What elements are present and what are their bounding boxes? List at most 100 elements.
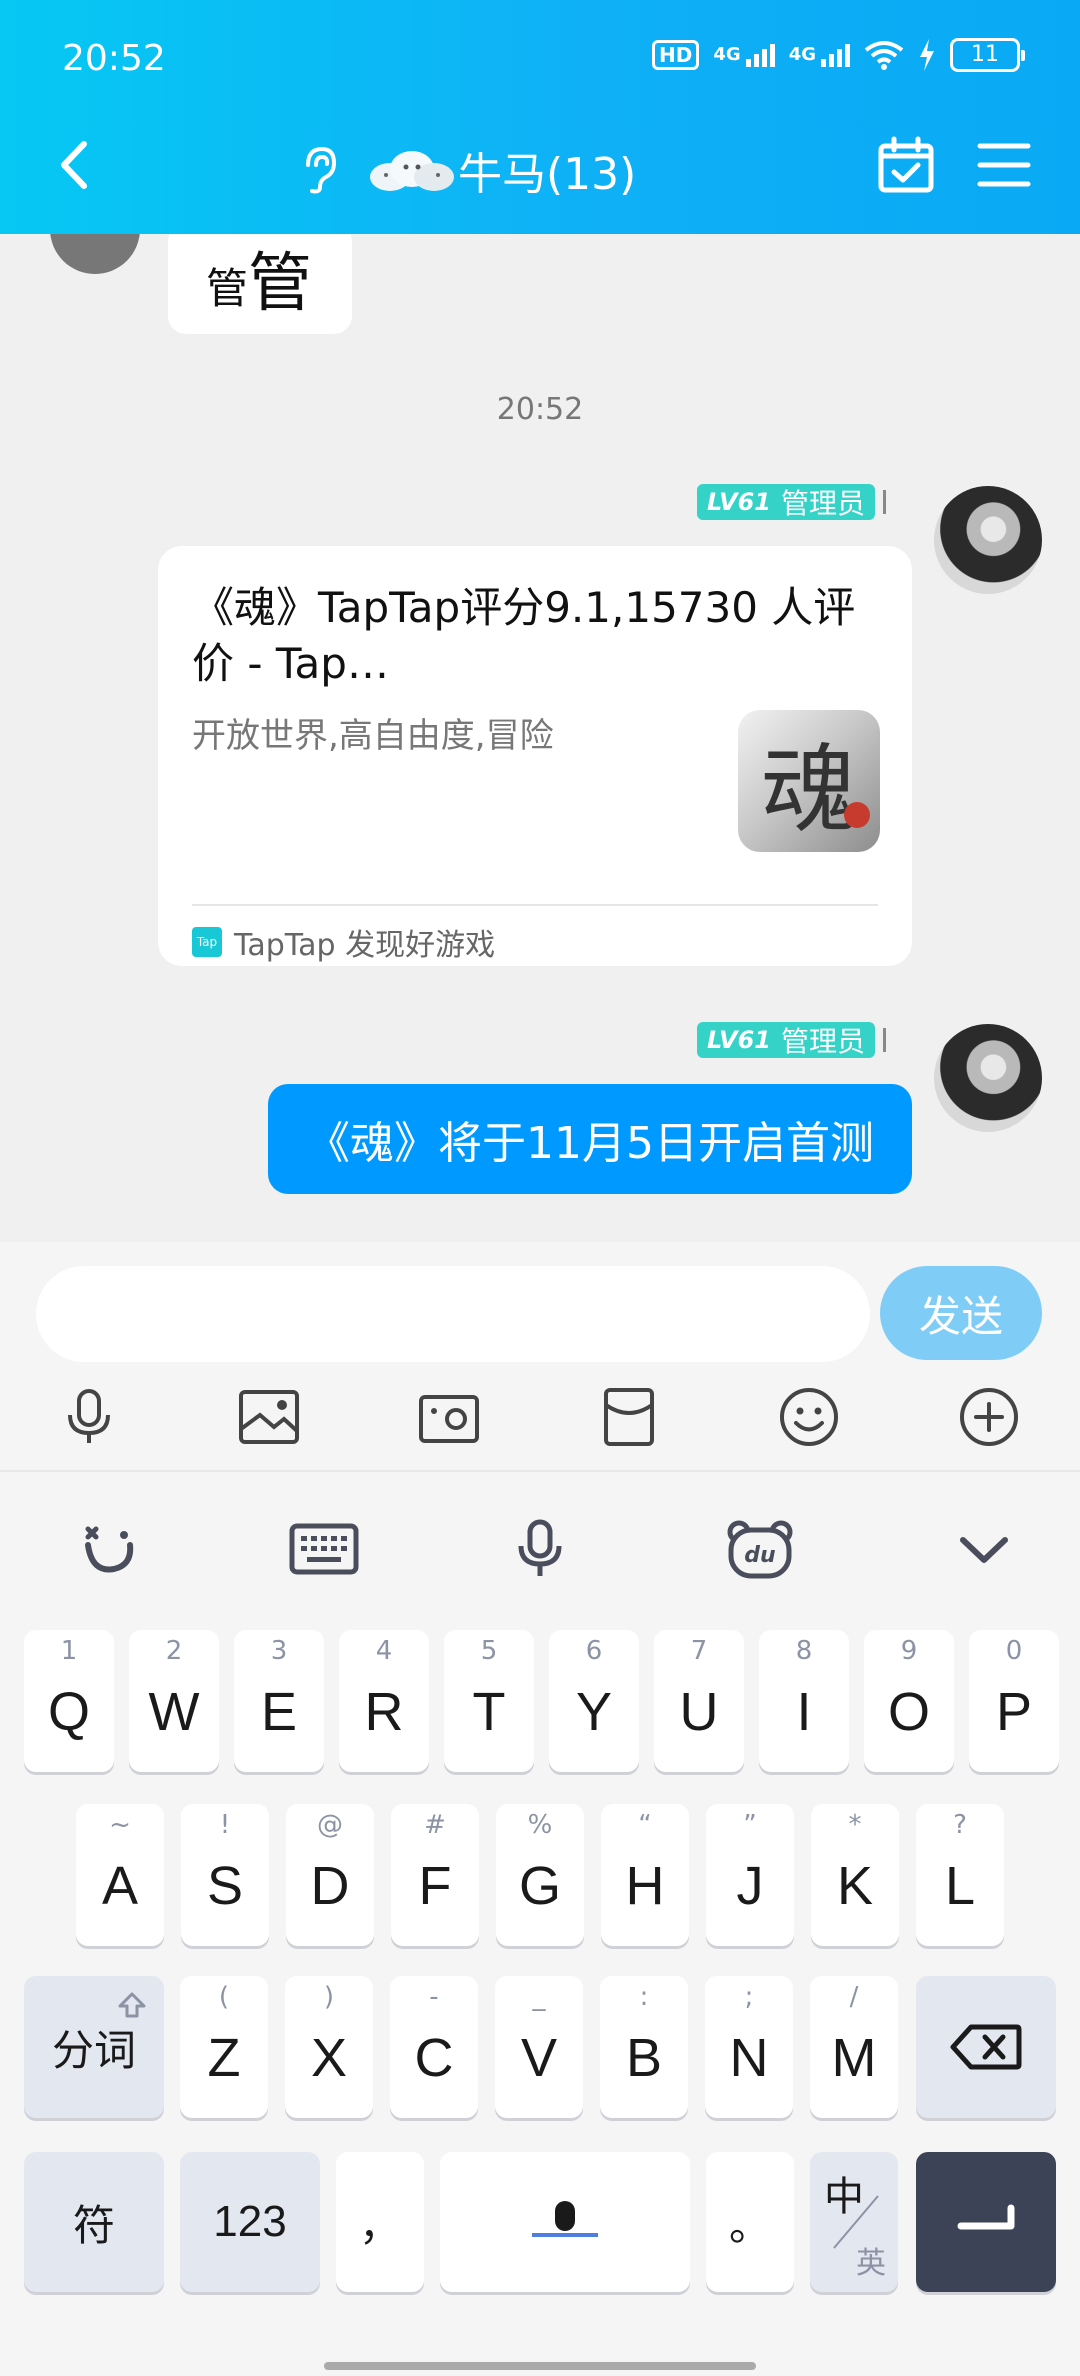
key-q[interactable]: 1Q [24, 1630, 114, 1772]
menu-icon[interactable] [976, 140, 1032, 190]
key-secondary-label: 2 [165, 1636, 183, 1666]
key-l[interactable]: ? L [916, 1804, 1004, 1946]
message-text: 管 [248, 247, 313, 321]
message-bubble[interactable]: 《魂》将于11月5日开启首测 [268, 1084, 912, 1194]
plus-icon[interactable] [954, 1382, 1024, 1452]
sender-name [883, 490, 886, 514]
key-secondary-label: 7 [690, 1636, 708, 1666]
key-r[interactable]: 4R [339, 1630, 429, 1772]
chat-messages[interactable]: 管 管 20:52 LV61 管理员 《魂》TapTap评分9.1,15730 … [0, 234, 1080, 1242]
key-secondary-label: / [849, 1982, 859, 2012]
red-packet-icon[interactable] [594, 1382, 664, 1452]
key-y[interactable]: 6Y [549, 1630, 639, 1772]
period-key[interactable]: 。 [706, 2152, 794, 2292]
signal-icon-2: 4G [789, 43, 850, 67]
key-c[interactable]: -C [390, 1976, 478, 2118]
message-text: 管 [206, 264, 249, 313]
message-input[interactable] [36, 1266, 870, 1362]
key-label: Z [207, 2028, 241, 2088]
image-icon[interactable] [234, 1382, 304, 1452]
sender-info: LV61 管理员 [697, 1022, 886, 1058]
wifi-icon [864, 41, 904, 70]
mic-icon[interactable] [500, 1514, 580, 1584]
key-o[interactable]: 9O [864, 1630, 954, 1772]
key-secondary-label: 6 [585, 1636, 603, 1666]
backspace-icon [950, 2024, 1022, 2070]
key-secondary-label: 4 [375, 1636, 393, 1666]
group-avatar [370, 151, 454, 191]
ear-icon[interactable] [290, 142, 346, 198]
key-z[interactable]: (Z [180, 1976, 268, 2118]
send-button[interactable]: 发送 [880, 1266, 1042, 1360]
key-secondary-label: 5 [480, 1636, 498, 1666]
key-t[interactable]: 5T [444, 1630, 534, 1772]
microphone-icon[interactable] [54, 1382, 124, 1452]
back-icon[interactable] [54, 140, 94, 190]
enter-key[interactable] [916, 2152, 1056, 2292]
chat-header: 20:52 HD 4G 4G 11 牛马(13) [0, 0, 1080, 234]
key-j[interactable]: ” J [706, 1804, 794, 1946]
key-label: P [995, 1682, 1033, 1742]
key-label: V [520, 2028, 558, 2088]
avatar[interactable] [934, 1024, 1042, 1132]
key-label: W [148, 1682, 200, 1742]
symbol-key[interactable]: 符 [24, 2152, 164, 2292]
key-label: O [887, 1682, 930, 1742]
backspace-key[interactable] [916, 1976, 1056, 2118]
space-key[interactable] [440, 2152, 690, 2292]
key-label: J [736, 1856, 764, 1916]
key-n[interactable]: ; N [705, 1976, 793, 2118]
key-secondary-label: 8 [795, 1636, 813, 1666]
key-p[interactable]: 0P [969, 1630, 1059, 1772]
charging-icon [920, 39, 934, 71]
share-card[interactable]: 《魂》TapTap评分9.1,15730 人评价 - Tap… 开放世界,高自由… [158, 546, 912, 966]
key-secondary-label: @ [317, 1810, 343, 1840]
battery-icon: 11 [950, 38, 1025, 72]
sender-info: LV61 管理员 [697, 484, 886, 520]
chat-title-area[interactable]: 牛马(13) [290, 138, 636, 202]
key-secondary-label: - [429, 1982, 439, 2012]
language-switch-key[interactable]: 中 英 [810, 2152, 898, 2292]
chat-title: 牛马(13) [458, 149, 637, 200]
number-key[interactable]: 123 [180, 2152, 320, 2292]
key-b[interactable]: :B [600, 1976, 688, 2118]
key-k[interactable]: * K [811, 1804, 899, 1946]
key-f[interactable]: # F [391, 1804, 479, 1946]
calendar-check-icon[interactable] [876, 136, 936, 196]
key-e[interactable]: 3E [234, 1630, 324, 1772]
key-label: X [310, 2028, 348, 2088]
key-secondary-label: * [848, 1810, 862, 1840]
key-x[interactable]: ) X [285, 1976, 373, 2118]
key-w[interactable]: 2W [129, 1630, 219, 1772]
keyboard-icon[interactable] [284, 1514, 364, 1584]
emoji-icon[interactable] [774, 1382, 844, 1452]
fenci-key[interactable]: 分词 [24, 1976, 164, 2118]
key-g[interactable]: % G [496, 1804, 584, 1946]
key-d[interactable]: @ D [286, 1804, 374, 1946]
key-v[interactable]: _ V [495, 1976, 583, 2118]
card-description: 开放世界,高自由度,冒险 [192, 716, 554, 756]
home-indicator[interactable] [324, 2362, 756, 2370]
comma-key[interactable]: ， [336, 2152, 424, 2292]
key-s[interactable]: ! S [181, 1804, 269, 1946]
key-label: G [518, 1856, 561, 1916]
key-u[interactable]: 7U [654, 1630, 744, 1772]
message-bubble[interactable]: 管 管 [168, 234, 352, 334]
key-h[interactable]: “H [601, 1804, 689, 1946]
camera-icon[interactable] [414, 1382, 484, 1452]
collapse-keyboard-icon[interactable] [944, 1514, 1024, 1584]
smile-logo-icon[interactable] [68, 1514, 148, 1584]
key-secondary-label: ” [743, 1810, 757, 1840]
key-label: E [260, 1682, 298, 1742]
avatar[interactable] [50, 234, 140, 274]
avatar[interactable] [934, 486, 1042, 594]
key-i[interactable]: 8I [759, 1630, 849, 1772]
du-bear-icon[interactable]: du [720, 1514, 800, 1584]
key-secondary-label: ! [219, 1810, 231, 1840]
status-time: 20:52 [62, 38, 166, 79]
key-label: I [796, 1682, 812, 1742]
card-thumbnail: 魂 [738, 710, 880, 852]
key-a[interactable]: ~ A [76, 1804, 164, 1946]
key-m[interactable]: / M [810, 1976, 898, 2118]
key-label: Y [575, 1682, 613, 1742]
